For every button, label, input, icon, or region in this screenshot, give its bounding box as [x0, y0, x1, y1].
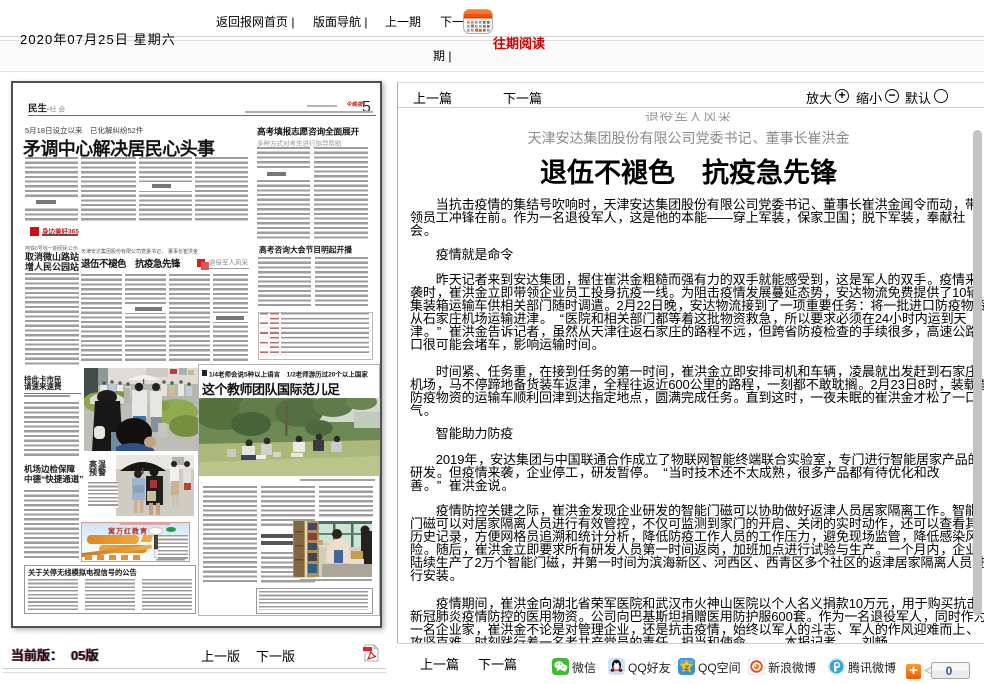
- svg-text:0: 0: [946, 664, 953, 678]
